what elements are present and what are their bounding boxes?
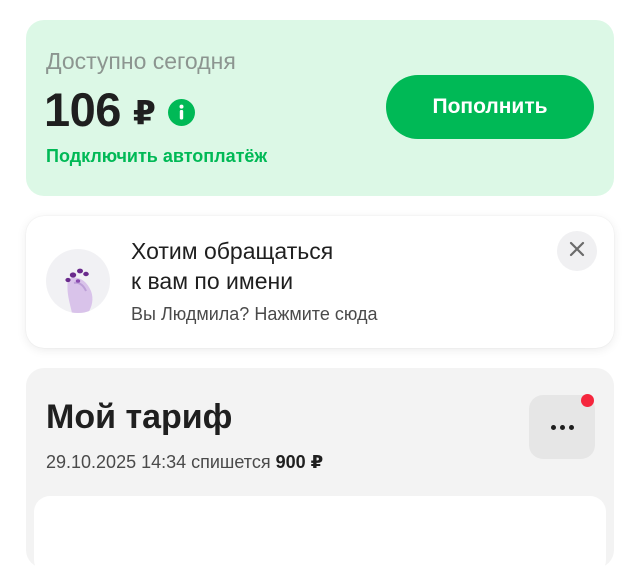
- tariff-charge-amount: 900 ₽: [275, 452, 324, 472]
- tariff-charge-info: 29.10.2025 14:34 спишется 900 ₽: [46, 452, 323, 473]
- autopay-link[interactable]: Подключить автоплатёж: [46, 146, 267, 167]
- tariff-title: Мой тариф: [46, 398, 233, 436]
- tariff-charge-date: 29.10.2025 14:34 спишется: [46, 452, 271, 472]
- info-icon[interactable]: [167, 99, 195, 126]
- topup-button[interactable]: Пополнить: [386, 75, 594, 139]
- more-dots-icon: [550, 424, 574, 430]
- notification-dot: [581, 394, 594, 407]
- balance-currency: ₽: [132, 94, 156, 131]
- name-prompt-title-line1: Хотим обращаться: [131, 238, 334, 264]
- balance-amount: 106: [44, 83, 121, 136]
- balance-label: Доступно сегодня: [46, 48, 236, 74]
- name-prompt-title: Хотим обращаться к вам по имени: [131, 236, 431, 296]
- close-icon: [569, 241, 585, 262]
- name-prompt-subtitle[interactable]: Вы Людмила? Нажмите сюда: [131, 304, 377, 325]
- tariff-card: Мой тариф 29.10.2025 14:34 спишется 900 …: [26, 368, 614, 576]
- name-prompt-card[interactable]: Хотим обращаться к вам по имени Вы Людми…: [26, 216, 614, 348]
- close-button[interactable]: [557, 231, 597, 271]
- cat-paw-icon: [46, 249, 110, 313]
- tariff-inner-panel: [34, 496, 606, 576]
- balance-amount-row: 106 ₽: [44, 82, 195, 137]
- name-prompt-title-line2: к вам по имени: [131, 268, 294, 294]
- balance-card: Доступно сегодня 106 ₽ Подключить автопл…: [26, 20, 614, 196]
